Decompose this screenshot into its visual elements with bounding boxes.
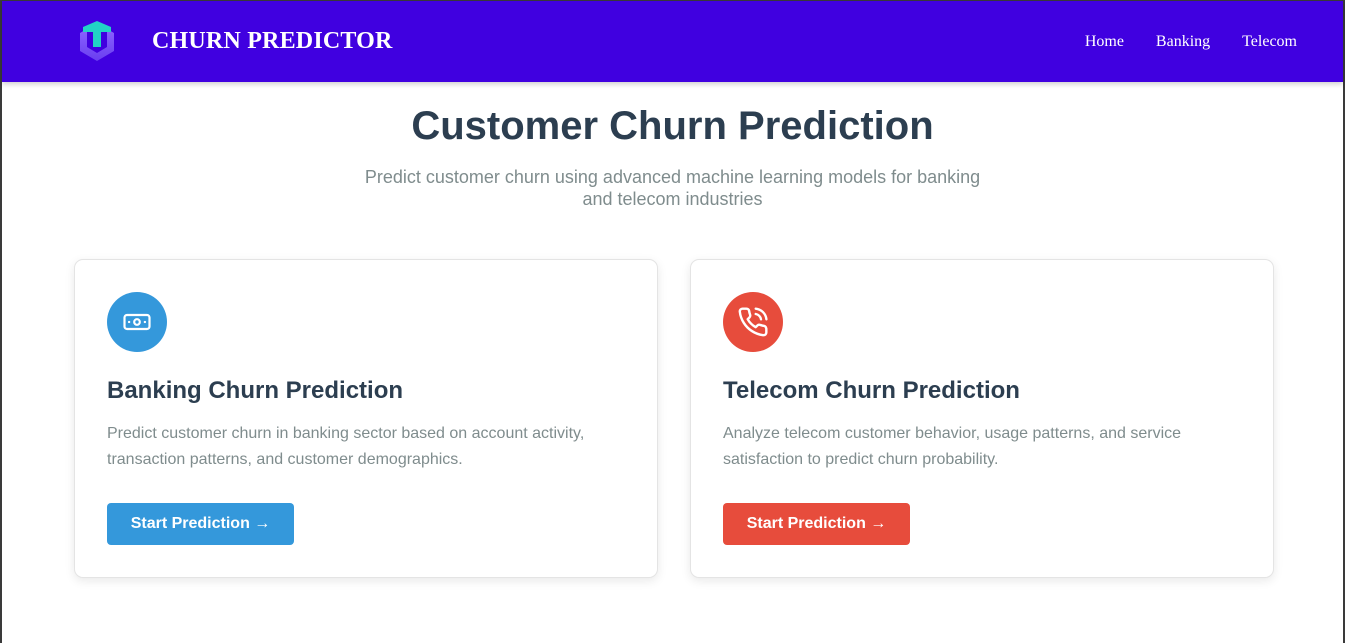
phone-call-icon [723, 292, 783, 352]
navbar: CHURN PREDICTOR Home Banking Telecom [2, 1, 1343, 82]
banking-card-description: Predict customer churn in banking sector… [107, 425, 585, 468]
money-bill-icon [107, 292, 167, 352]
telecom-start-prediction-button[interactable]: Start Prediction → [723, 503, 910, 545]
banking-card-title: Banking Churn Prediction [107, 377, 404, 404]
cube-logo-icon[interactable] [76, 21, 118, 65]
telecom-card-title: Telecom Churn Prediction [723, 377, 1020, 404]
page-subtitle: Predict customer churn using advanced ma… [364, 167, 981, 209]
main-nav: Home Banking Telecom [1085, 33, 1297, 51]
banking-card: Banking Churn Prediction Predict custome… [74, 259, 658, 578]
nav-link-telecom[interactable]: Telecom [1242, 33, 1297, 51]
page-title: Customer Churn Prediction [411, 104, 934, 148]
telecom-card-description: Analyze telecom customer behavior, usage… [723, 425, 1182, 468]
telecom-card: Telecom Churn Prediction Analyze telecom… [690, 259, 1274, 578]
nav-link-home[interactable]: Home [1085, 33, 1124, 51]
nav-link-banking[interactable]: Banking [1156, 33, 1210, 51]
brand-title[interactable]: CHURN PREDICTOR [152, 28, 393, 55]
banking-start-prediction-button[interactable]: Start Prediction → [107, 503, 294, 545]
